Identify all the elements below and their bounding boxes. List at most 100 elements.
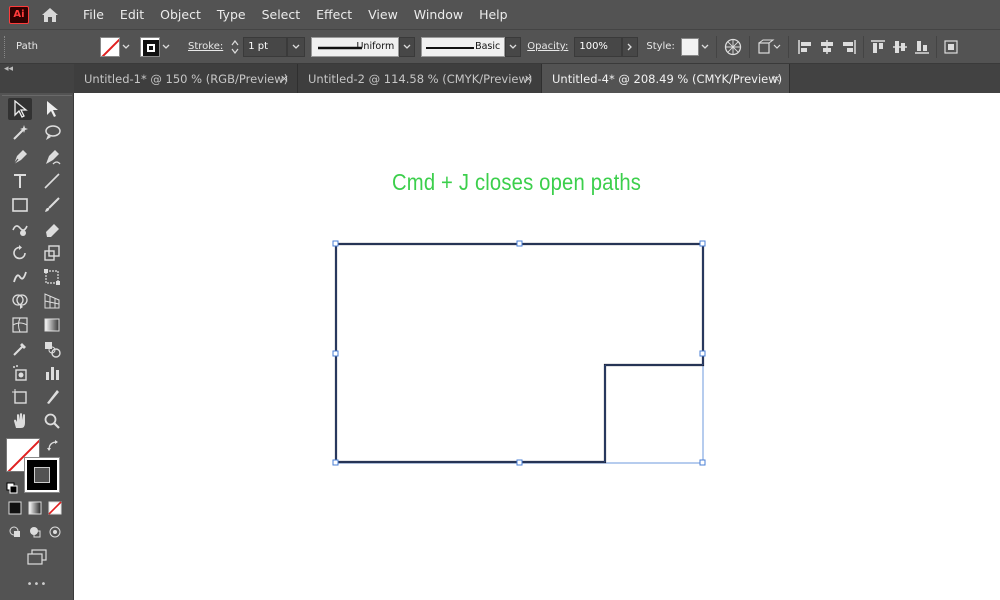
menu-view[interactable]: View (360, 0, 406, 29)
transform-reference-icon[interactable] (755, 36, 783, 58)
align-vcenter-icon[interactable] (889, 36, 911, 58)
eraser-tool-icon[interactable] (40, 218, 64, 240)
style-dropdown-icon[interactable] (699, 37, 711, 57)
handle-bottom-center (516, 459, 523, 466)
lasso-tool-icon[interactable] (40, 122, 64, 144)
swap-fill-stroke-icon[interactable] (46, 438, 60, 457)
menu-object[interactable]: Object (152, 0, 209, 29)
edit-toolbar-icon[interactable]: ••• (0, 579, 74, 590)
rotate-tool-icon[interactable] (8, 242, 32, 264)
draw-normal-icon[interactable] (6, 523, 24, 541)
screen-mode-icon[interactable] (24, 547, 50, 567)
draw-inside-icon[interactable] (46, 523, 64, 541)
close-icon[interactable]: × (524, 72, 533, 85)
recolor-artwork-icon[interactable] (722, 36, 744, 58)
control-bar-grip[interactable] (4, 35, 10, 58)
opacity-dropdown-icon[interactable] (622, 36, 639, 57)
stroke-weight-stepper-icon[interactable] (229, 37, 241, 57)
rectangle-tool-icon[interactable] (8, 194, 32, 216)
warp-tool-icon[interactable] (8, 266, 32, 288)
perspective-grid-tool-icon[interactable] (40, 290, 64, 312)
tab-label: Untitled-1* @ 150 % (RGB/Preview) (84, 71, 289, 86)
none-mode-icon[interactable] (46, 499, 64, 517)
stroke-weight-input[interactable]: 1 pt (243, 36, 288, 57)
tab-untitled-2[interactable]: Untitled-2 @ 114.58 % (CMYK/Preview) × (298, 64, 542, 93)
handle-middle-right (699, 350, 706, 357)
distribute-icon[interactable] (940, 36, 962, 58)
stroke-dropdown-icon[interactable] (160, 37, 172, 57)
blend-tool-icon[interactable] (40, 338, 64, 360)
stroke-color-swatch[interactable] (24, 457, 60, 493)
mesh-tool-icon[interactable] (8, 314, 32, 336)
menu-edit[interactable]: Edit (112, 0, 152, 29)
shape-builder-tool-icon[interactable] (8, 290, 32, 312)
color-mode-icon[interactable] (6, 499, 24, 517)
handle-top-center (516, 240, 523, 247)
menu-type[interactable]: Type (209, 0, 254, 29)
stroke-swatch[interactable] (140, 36, 160, 57)
free-transform-tool-icon[interactable] (40, 266, 64, 288)
profile-dropdown-icon[interactable] (399, 36, 416, 57)
selection-bounding-box (335, 243, 704, 464)
graphic-style-swatch[interactable] (680, 37, 699, 56)
document-tab-strip: ◂◂ Untitled-1* @ 150 % (RGB/Preview) × U… (0, 64, 1000, 93)
tab-untitled-1[interactable]: Untitled-1* @ 150 % (RGB/Preview) × (74, 64, 298, 93)
style-label: Style: (646, 41, 675, 52)
menu-file[interactable]: File (75, 0, 112, 29)
align-right-icon[interactable] (838, 36, 860, 58)
opacity-label[interactable]: Opacity: (527, 41, 568, 52)
symbol-sprayer-tool-icon[interactable] (8, 362, 32, 384)
control-bar: Path Stroke: 1 pt Uniform Basic Opacity:… (0, 29, 1000, 64)
slice-tool-icon[interactable] (40, 386, 64, 408)
home-icon[interactable] (39, 4, 61, 26)
eyedropper-tool-icon[interactable] (8, 338, 32, 360)
default-fill-stroke-icon[interactable] (6, 479, 18, 498)
close-icon[interactable]: × (280, 72, 289, 85)
close-icon[interactable]: × (772, 72, 781, 85)
brush-label: Basic (475, 41, 501, 52)
line-segment-tool-icon[interactable] (40, 170, 64, 192)
menu-select[interactable]: Select (254, 0, 309, 29)
align-left-icon[interactable] (794, 36, 816, 58)
fill-swatch[interactable] (100, 36, 120, 57)
zoom-tool-icon[interactable] (40, 410, 64, 432)
handle-middle-left (332, 350, 339, 357)
artboard-tool-icon[interactable] (8, 386, 32, 408)
gradient-mode-icon[interactable] (26, 499, 44, 517)
menu-bar: Ai File Edit Object Type Select Effect V… (0, 0, 1000, 29)
draw-behind-icon[interactable] (26, 523, 44, 541)
variable-width-profile[interactable]: Uniform (311, 36, 400, 57)
selection-tool-icon[interactable] (8, 98, 32, 120)
paintbrush-tool-icon[interactable] (40, 194, 64, 216)
handle-bottom-right (699, 459, 706, 466)
type-tool-icon[interactable] (8, 170, 32, 192)
opacity-input[interactable]: 100% (574, 36, 623, 57)
path-selection-outline (335, 243, 704, 463)
tab-untitled-4[interactable]: Untitled-4* @ 208.49 % (CMYK/Preview) × (542, 64, 790, 93)
direct-selection-tool-icon[interactable] (40, 98, 64, 120)
shaper-tool-icon[interactable] (8, 218, 32, 240)
hand-tool-icon[interactable] (8, 410, 32, 432)
align-bottom-icon[interactable] (911, 36, 933, 58)
brush-definition[interactable]: Basic (421, 36, 506, 57)
stroke-weight-dropdown-icon[interactable] (287, 36, 306, 57)
bounding-box-handles[interactable] (332, 240, 706, 466)
align-top-icon[interactable] (867, 36, 889, 58)
gradient-tool-icon[interactable] (40, 314, 64, 336)
stroke-label[interactable]: Stroke: (188, 41, 223, 52)
column-graph-tool-icon[interactable] (40, 362, 64, 384)
curvature-tool-icon[interactable] (40, 146, 64, 168)
fill-dropdown-icon[interactable] (120, 37, 132, 57)
scale-tool-icon[interactable] (40, 242, 64, 264)
app-logo: Ai (9, 5, 29, 24)
open-path[interactable] (334, 242, 705, 464)
collapse-panels-icon[interactable]: ◂◂ (4, 64, 13, 74)
magic-wand-tool-icon[interactable] (8, 122, 32, 144)
align-hcenter-icon[interactable] (816, 36, 838, 58)
artboard-canvas[interactable]: Cmd + J closes open paths (74, 93, 1000, 600)
menu-help[interactable]: Help (471, 0, 516, 29)
brush-dropdown-icon[interactable] (505, 36, 522, 57)
menu-window[interactable]: Window (406, 0, 471, 29)
pen-tool-icon[interactable] (8, 146, 32, 168)
menu-effect[interactable]: Effect (308, 0, 360, 29)
